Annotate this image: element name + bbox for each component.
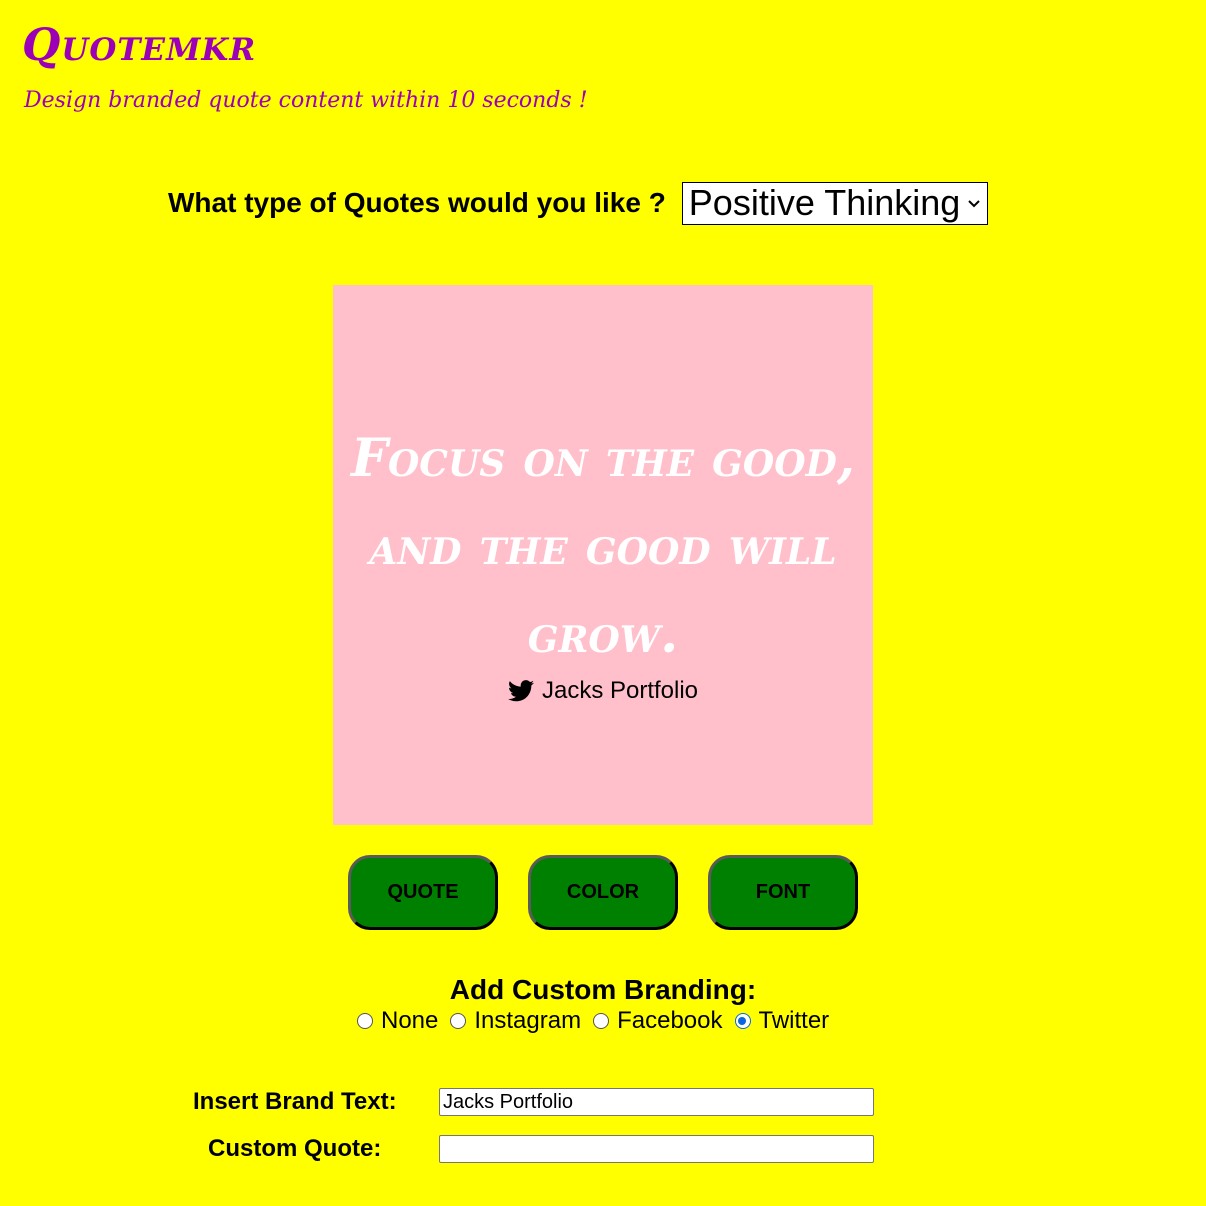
radio-facebook[interactable] (593, 1013, 610, 1029)
branding-title: Add Custom Branding: (449, 974, 757, 1005)
quote-type-row: What type of Quotes would you like ? Pos… (168, 180, 988, 226)
brand-text-input[interactable]: Jacks Portfolio (439, 1088, 874, 1116)
radio-label-twitter: Twitter (758, 1007, 830, 1034)
radio-label-instagram: Instagram (474, 1007, 582, 1034)
quote-type-select[interactable]: Positive Thinking (681, 181, 988, 225)
brand-text-label: Insert Brand Text: (193, 1088, 397, 1115)
branding-option-facebook[interactable]: Facebook (593, 1007, 723, 1035)
card-branding: Jacks Portfolio (333, 677, 873, 705)
chevron-down-icon (967, 196, 981, 214)
radio-none[interactable] (357, 1013, 373, 1029)
radio-label-none: None (381, 1007, 439, 1034)
quote-card: Focus on the good, and the good will gro… (333, 285, 873, 825)
twitter-icon (507, 680, 534, 702)
quote-type-label: What type of Quotes would you like ? (168, 187, 666, 218)
branding-option-instagram[interactable]: Instagram (450, 1007, 581, 1035)
page: Quotemkr Design branded quote content wi… (0, 0, 1206, 1206)
font-button[interactable]: FONT (708, 855, 858, 930)
quote-text: Focus on the good, and the good will gro… (351, 428, 855, 665)
card-brand-text: Jacks Portfolio (541, 677, 699, 704)
color-button[interactable]: COLOR (528, 855, 678, 930)
app-title: Quotemkr (22, 20, 257, 71)
branding-option-twitter[interactable]: Twitter (734, 1007, 830, 1035)
branding-radio-group: None Instagram Facebook Twitter (357, 1007, 841, 1035)
action-buttons: QUOTE COLOR FONT (348, 855, 858, 930)
custom-quote-input[interactable] (439, 1135, 874, 1163)
radio-instagram[interactable] (450, 1013, 467, 1029)
app-tagline: Design branded quote content within 10 s… (24, 88, 588, 113)
quote-button[interactable]: QUOTE (348, 855, 498, 930)
quote-type-selected-value: Positive Thinking (688, 182, 961, 223)
radio-twitter[interactable] (734, 1013, 751, 1029)
custom-quote-label: Custom Quote: (208, 1135, 382, 1162)
radio-label-facebook: Facebook (617, 1007, 723, 1034)
branding-option-none[interactable]: None (357, 1007, 438, 1035)
